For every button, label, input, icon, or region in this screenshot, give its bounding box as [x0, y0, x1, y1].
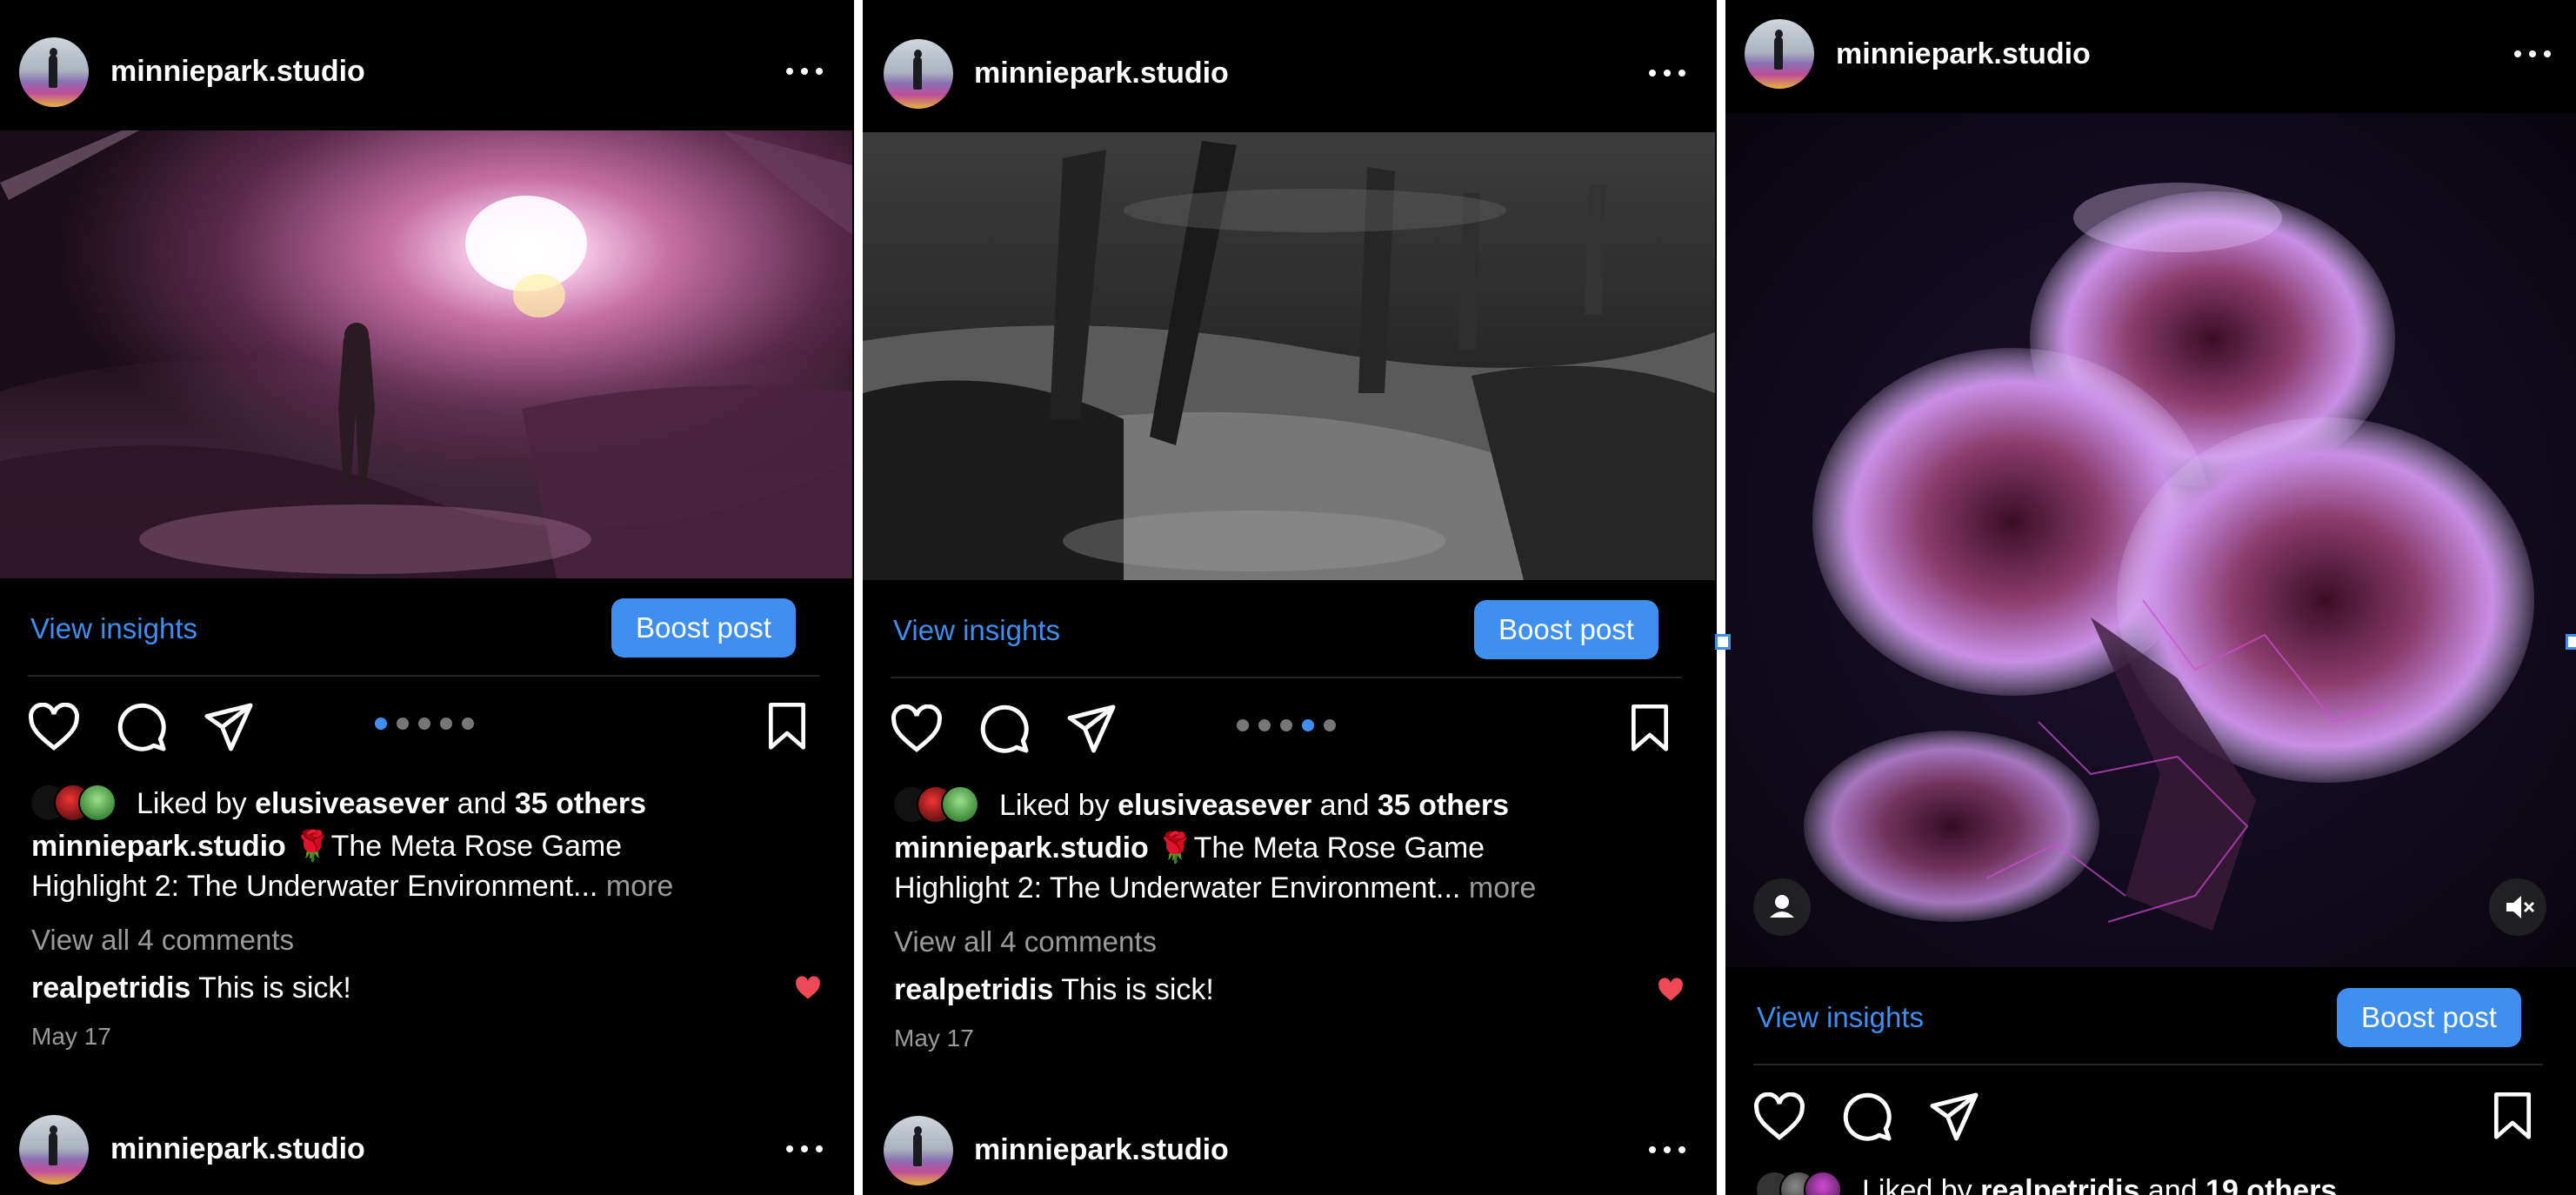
- more-link[interactable]: more: [1469, 871, 1536, 905]
- comment-icon[interactable]: [116, 701, 168, 753]
- resize-handle-right[interactable]: [2566, 634, 2576, 650]
- more-options-icon[interactable]: [1645, 64, 1689, 82]
- mute-button[interactable]: [2489, 878, 2546, 936]
- avatar[interactable]: [1745, 19, 1814, 89]
- avatar[interactable]: [19, 37, 89, 107]
- divider: [891, 677, 1682, 678]
- view-all-comments-link[interactable]: View all 4 comments: [31, 924, 294, 957]
- view-insights-link[interactable]: View insights: [30, 612, 197, 645]
- paper-plane-icon[interactable]: [203, 703, 255, 751]
- divider: [1753, 1064, 2543, 1065]
- comment-row: realpetridis This is sick!: [894, 973, 1214, 1006]
- view-all-comments-link[interactable]: View all 4 comments: [894, 925, 1157, 958]
- post-image[interactable]: [0, 130, 852, 578]
- post-username[interactable]: minniepark.studio: [974, 57, 1229, 90]
- heart-filled-icon[interactable]: [1658, 978, 1684, 1002]
- liked-by-text[interactable]: Liked by elusiveasever and 35 others: [137, 787, 646, 821]
- post-date: May 17: [894, 1025, 974, 1051]
- heart-filled-icon[interactable]: [795, 976, 821, 1000]
- more-options-icon[interactable]: [783, 1140, 826, 1158]
- more-options-icon[interactable]: [1645, 1141, 1689, 1158]
- post-username[interactable]: minniepark.studio: [110, 55, 365, 89]
- bookmark-icon[interactable]: [765, 703, 809, 751]
- speaker-muted-icon: [2506, 896, 2535, 918]
- caption-username[interactable]: minniepark.studio: [894, 831, 1149, 865]
- panel-divider: [854, 0, 863, 1195]
- comment-username[interactable]: realpetridis: [894, 973, 1053, 1006]
- liked-by-avatars[interactable]: [892, 785, 988, 824]
- boost-post-button[interactable]: Boost post: [1474, 600, 1658, 659]
- heart-icon[interactable]: [891, 704, 943, 753]
- avatar[interactable]: [19, 1115, 89, 1185]
- paper-plane-icon[interactable]: [1928, 1092, 1980, 1141]
- comment-username[interactable]: realpetridis: [31, 971, 190, 1005]
- carousel-pager: [375, 718, 479, 730]
- post-username[interactable]: minniepark.studio: [110, 1132, 365, 1166]
- panel-divider: [1717, 0, 1725, 1195]
- divider: [28, 675, 819, 677]
- post-header: minniepark.studio: [1725, 0, 2576, 130]
- boost-post-button[interactable]: Boost post: [611, 598, 796, 658]
- bookmark-icon[interactable]: [1628, 704, 1672, 753]
- post-date: May 17: [31, 1023, 111, 1050]
- post-panel-1: minniepark.studio View insights Boost po…: [0, 0, 852, 1195]
- post-image[interactable]: [863, 132, 1715, 580]
- more-options-icon[interactable]: [2511, 45, 2554, 63]
- liked-by-avatars[interactable]: [30, 784, 125, 822]
- comment-icon[interactable]: [978, 703, 1031, 755]
- liked-by-text[interactable]: Liked by elusiveasever and 35 others: [999, 789, 1509, 823]
- view-insights-link[interactable]: View insights: [1757, 1001, 1924, 1034]
- caption-username[interactable]: minniepark.studio: [31, 830, 286, 863]
- carousel-pager: [1237, 719, 1341, 731]
- post-caption: minniepark.studio 🌹The Meta Rose Game Hi…: [31, 830, 674, 903]
- post-header: minniepark.studio: [863, 0, 1715, 130]
- more-link[interactable]: more: [606, 870, 673, 903]
- post-video[interactable]: [1725, 113, 2576, 967]
- avatar[interactable]: [884, 1116, 953, 1185]
- liked-by-text[interactable]: Liked by realpetridis and 19 others: [1862, 1174, 2337, 1195]
- avatar[interactable]: [884, 39, 953, 109]
- comment-icon[interactable]: [1841, 1091, 1893, 1143]
- post-caption: minniepark.studio 🌹The Meta Rose Game Hi…: [894, 831, 1537, 905]
- post-username[interactable]: minniepark.studio: [1836, 37, 2091, 71]
- tag-people-button[interactable]: [1753, 878, 1811, 936]
- more-options-icon[interactable]: [783, 63, 826, 80]
- post-panel-2: minniepark.studio View insights Boost po…: [863, 0, 1715, 1195]
- post-username[interactable]: minniepark.studio: [974, 1133, 1229, 1167]
- resize-handle-left[interactable]: [1715, 634, 1731, 650]
- person-icon: [1770, 895, 1794, 918]
- heart-icon[interactable]: [28, 703, 80, 751]
- paper-plane-icon[interactable]: [1065, 704, 1118, 753]
- view-insights-link[interactable]: View insights: [893, 614, 1060, 647]
- post-header: minniepark.studio: [0, 0, 852, 130]
- heart-icon[interactable]: [1753, 1092, 1805, 1141]
- post-panel-3: minniepark.studio View insights Boost po…: [1725, 0, 2576, 1195]
- comment-row: realpetridis This is sick!: [31, 971, 351, 1005]
- boost-post-button[interactable]: Boost post: [2337, 988, 2521, 1047]
- bookmark-icon[interactable]: [2491, 1092, 2534, 1141]
- liked-by-avatars[interactable]: [1755, 1171, 1851, 1195]
